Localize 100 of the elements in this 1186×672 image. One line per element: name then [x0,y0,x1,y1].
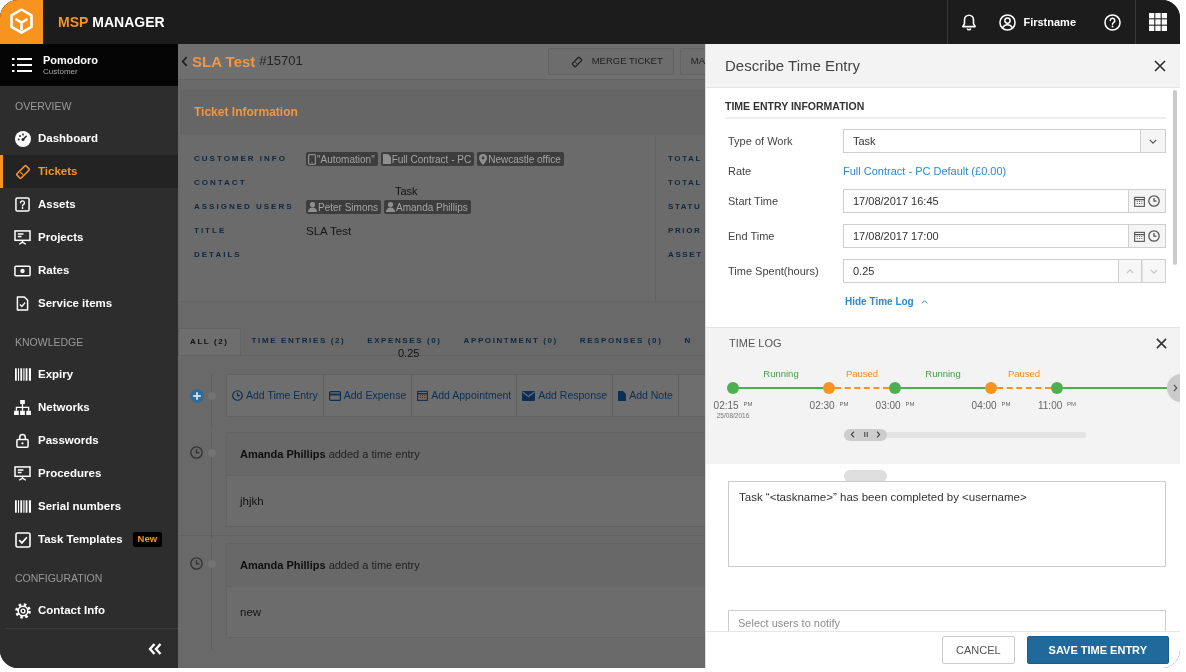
field-label: Start Time [727,193,780,209]
tag-label: Full Contract - PC [391,152,472,166]
scroll-thumb[interactable] [844,428,887,441]
pause-icon [863,432,868,438]
field-label: ASSIGNED USERS [194,201,295,213]
close-icon[interactable] [1154,59,1166,72]
value-link[interactable]: Full Contract - PC Default (£0.00) [843,163,1007,179]
resize-handle[interactable] [844,469,887,482]
scrollbar[interactable] [1173,90,1177,265]
chevron-up-icon [1126,268,1134,274]
ticket-icon [570,55,583,68]
calendar-icon[interactable] [1134,230,1145,242]
time-label: 02:30 $^{PM}$ [809,399,849,412]
primary-button[interactable]: SAVE TIME ENTRY [1026,636,1169,664]
clock-icon [190,446,203,459]
datetime-field[interactable]: 17/08/2017 16:45 [843,189,1128,213]
sidebar-item[interactable]: Rates [0,254,178,287]
user-menu-button[interactable]: Firstname [999,13,1076,31]
activity-note: new [240,604,262,620]
status-dot-icon [823,381,835,394]
status-label: Running [763,366,799,381]
sidebar-item[interactable]: Tickets [0,155,178,188]
close-icon[interactable] [1156,337,1167,349]
section-heading: TIME LOG [729,335,782,351]
customer-header[interactable]: Pomodoro Customer [0,44,178,86]
message-field[interactable]: Task “<taskname>” has been completed by <username> [728,480,1166,567]
apps-grid-icon[interactable] [1149,13,1167,31]
tab[interactable]: ALL (2) [178,328,241,355]
field-label: TITLE [194,225,228,237]
status-label: Paused [845,366,879,381]
tag-label: Amanda Phillips [396,200,468,214]
next-button[interactable] [1167,373,1180,402]
clock-icon [190,557,203,570]
lock-icon [16,433,29,448]
collapse-sidebar-icon[interactable] [148,642,162,655]
sitemap-icon [14,400,31,415]
chevron-down-icon [1150,268,1158,274]
barcode-icon [14,368,31,381]
notify-users-field[interactable]: Select users to notify [728,609,1166,631]
chevron-right-icon [876,431,881,439]
logo-text: MSP [58,12,89,32]
field-label: CUSTOMER INFO [194,153,288,165]
file-icon [382,154,391,164]
sidebar-item[interactable]: Contact Info [0,594,178,627]
tablet-icon [308,153,316,165]
sidebar-item[interactable]: Task Templates New [0,523,178,556]
clock-icon[interactable] [1148,195,1160,207]
sidebar-item[interactable]: Expiry [0,358,178,391]
field-value: SLA Test [306,223,352,239]
calendar-icon [417,390,429,401]
presentation-board-icon [14,466,31,481]
new-badge: New [132,532,163,547]
floating-text: Task [395,185,418,197]
notification-bell-icon[interactable] [961,13,978,31]
chevron-right-icon [1173,383,1178,392]
activity-text: Amanda Phillips added a time entry [240,557,420,573]
sidebar-item[interactable]: Service items [0,287,178,320]
field-label: DETAILS [194,249,243,261]
outline-button[interactable]: CANCEL [941,636,1015,664]
add-circle-icon[interactable] [190,388,204,403]
tag-label: Newcastle office [488,152,561,166]
sidebar-item[interactable]: Passwords [0,424,178,457]
tag-label: "Automation" [317,152,375,166]
caret-up-icon [920,299,928,304]
presentation-board-icon [14,230,31,245]
field-label: CONTACT [194,177,248,189]
banknote-icon [14,264,31,277]
sidebar-item[interactable]: Networks [0,391,178,424]
number-field[interactable]: 0.25 [843,259,1118,283]
settings-icon [14,602,31,619]
calendar-icon[interactable] [1134,195,1145,207]
clock-icon [232,390,243,401]
field-label: Time Spent(hours) [727,263,820,279]
activity-text: Amanda Phillips added a time entry [240,446,420,462]
sidebar-item[interactable]: Assets [0,188,178,221]
back-chevron-icon[interactable] [181,56,188,67]
clock-icon[interactable] [1148,230,1160,242]
gauge-icon [14,130,31,147]
status-label: Running [925,366,961,381]
toggle-link[interactable]: Hide Time Log [845,293,928,310]
time-label: 04:00 $^{PM}$ [971,399,1011,412]
status-dot-icon [1051,381,1063,394]
sidebar-item[interactable]: Dashboard [0,122,178,155]
field-label: End Time [727,228,776,244]
section-heading: KNOWLEDGE [15,335,85,350]
datetime-field[interactable]: 17/08/2017 17:00 [843,224,1128,248]
card-heading: Ticket Information [194,104,298,121]
status-dot-icon [889,381,901,394]
field-label: Type of Work [727,133,794,149]
checkbox-icon [14,531,31,548]
field-label: TOTAL [668,177,702,189]
sidebar-item[interactable]: Procedures [0,457,178,490]
sidebar-item[interactable]: Projects [0,221,178,254]
status-label: Paused [1007,366,1041,381]
timeline-segment [835,386,889,389]
help-icon[interactable] [1104,13,1121,31]
dropdown-field[interactable]: Task [843,129,1140,153]
timeline-segment [997,386,1051,389]
list-menu-icon[interactable] [12,58,32,72]
sidebar-item[interactable]: Serial numbers [0,490,178,523]
